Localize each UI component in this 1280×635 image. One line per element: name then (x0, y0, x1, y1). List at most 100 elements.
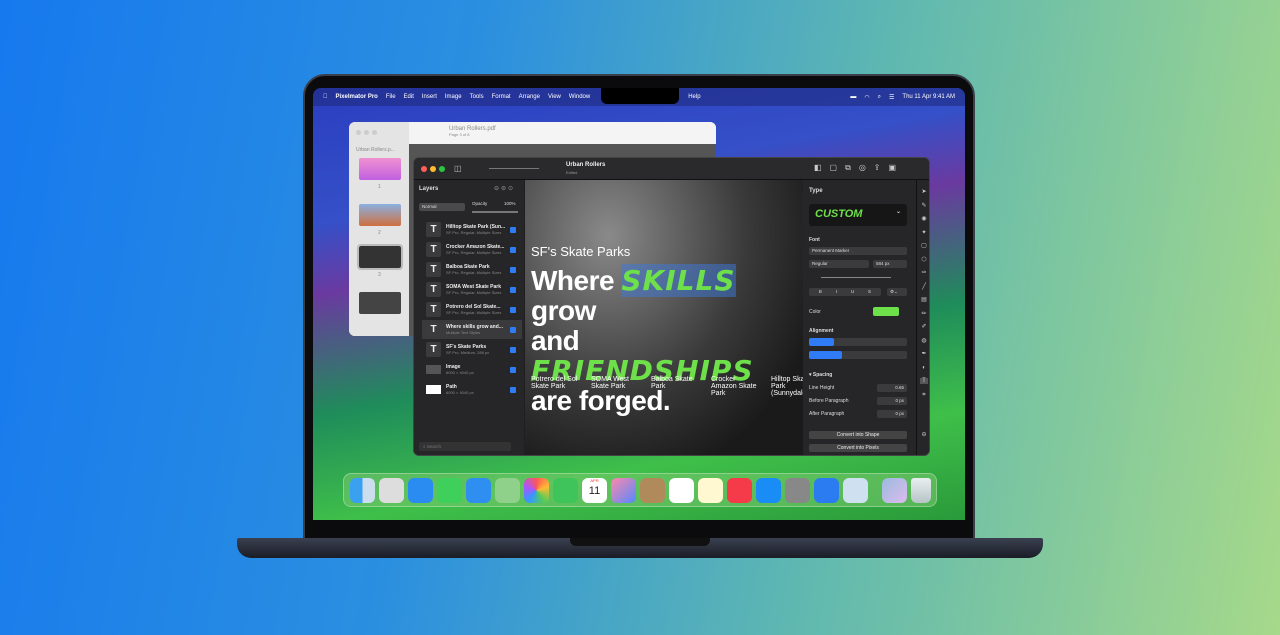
menu-image[interactable]: Image (445, 94, 462, 100)
layer-details: SF Pro, Regular, Multiple Sizes (446, 290, 502, 295)
menu-tools[interactable]: Tools (470, 94, 484, 100)
layer-row[interactable]: T SOMA West Skate Park SF Pro, Regular, Mu… (422, 280, 522, 299)
dock-photos[interactable] (524, 477, 549, 503)
dock-mail[interactable] (466, 477, 491, 503)
page-thumbnail[interactable] (359, 204, 401, 226)
control-center-icon[interactable]: ☰ (889, 94, 894, 101)
dock-music[interactable] (727, 477, 752, 503)
dock-preview[interactable] (843, 477, 868, 503)
font-size-slider[interactable] (821, 277, 891, 278)
blend-mode-select[interactable]: Normal (419, 203, 465, 211)
menu-insert[interactable]: Insert (422, 94, 437, 100)
layer-details: SF Pro, Regular, Multiple Sizes (446, 310, 502, 315)
layer-visibility-checkbox[interactable] (510, 366, 516, 373)
underline-button[interactable]: U (851, 289, 854, 295)
page-thumbnail-selected[interactable] (357, 244, 403, 270)
menu-file[interactable]: File (386, 94, 396, 100)
text-options-icon[interactable]: ⚙⌄ (887, 288, 907, 296)
sidebar-toggle-icon[interactable]: ◫ (454, 164, 462, 173)
layer-visibility-checkbox[interactable] (510, 226, 516, 233)
convert-into-shape-button[interactable]: Convert into Shape (809, 431, 907, 439)
dock-calendar[interactable]: APR 11 (582, 477, 607, 503)
layer-visibility-checkbox[interactable] (510, 386, 516, 393)
convert-into-pixels-button[interactable]: Convert into Pixels (809, 444, 907, 452)
layer-row[interactable]: T Where skills grow and... Multiple Text S… (422, 320, 522, 339)
layer-row[interactable]: T Hilltop Skate Park (Sun... SF Pro, Regul… (422, 220, 522, 239)
layer-row[interactable]: T SF's Skate Parks SF Pro, Medium, 288 px (422, 340, 522, 359)
menu-edit[interactable]: Edit (404, 94, 414, 100)
layer-details: SF Pro, Medium, 288 px (446, 350, 490, 355)
horizontal-alignment[interactable] (809, 338, 907, 346)
dock-maps[interactable] (495, 477, 520, 503)
spacing-title[interactable]: ▾ Spacing (809, 372, 832, 378)
page-thumbnail[interactable] (359, 158, 401, 180)
layer-visibility-checkbox[interactable] (510, 326, 516, 333)
layer-visibility-checkbox[interactable] (510, 246, 516, 253)
dock-notes[interactable] (698, 477, 723, 503)
zoom-button[interactable] (439, 166, 445, 172)
line-height-field[interactable]: 0.65 (877, 384, 907, 392)
clock[interactable]: Thu 11 Apr 9:41 AM (902, 94, 955, 101)
menu-arrange[interactable]: Arrange (519, 94, 540, 100)
apple-icon[interactable]:  (323, 94, 328, 100)
dock-safari[interactable] (408, 477, 433, 503)
dock-pixelmator[interactable] (611, 477, 636, 503)
layer-search-input[interactable]: ⌕ Search (419, 442, 511, 451)
tool-icons[interactable]: ➤ ✎ ◉ ✦ ▢ ⬡ ✑ ╱ ▤ ✏ ✐ ◍ ✒ ◐ T ⌗ ⊖ (917, 180, 929, 443)
park-label: Balboa Skate Park (651, 376, 693, 390)
bold-button[interactable]: B (819, 289, 822, 295)
layer-row[interactable]: T Potrero del Sol Skate... SF Pro, Regular… (422, 300, 522, 319)
font-family-select[interactable]: Permanent Marker (809, 247, 907, 255)
menu-app-name[interactable]: Pixelmator Pro (336, 94, 378, 100)
after-paragraph-field[interactable]: 0 px (877, 410, 907, 418)
strikethrough-button[interactable]: S (868, 289, 871, 295)
minimize-button[interactable] (430, 166, 436, 172)
dock-launchpad[interactable] (379, 477, 404, 503)
vertical-alignment[interactable] (809, 351, 907, 359)
dock-trash[interactable] (911, 477, 931, 503)
color-swatch[interactable] (873, 307, 899, 316)
spotlight-icon[interactable]: ⌕ (878, 94, 881, 101)
preview-traffic-lights[interactable] (356, 130, 377, 135)
dock-facetime[interactable] (553, 477, 578, 503)
opacity-slider[interactable] (472, 211, 518, 213)
dock-messages[interactable] (437, 477, 462, 503)
battery-icon[interactable]: ▬ (850, 94, 856, 101)
before-paragraph-field[interactable]: 0 px (877, 397, 907, 405)
layer-visibility-checkbox[interactable] (510, 346, 516, 353)
layer-visibility-checkbox[interactable] (510, 306, 516, 313)
dock-finder[interactable] (350, 477, 375, 503)
font-weight-select[interactable]: Regular (809, 260, 869, 268)
canvas[interactable]: SF's Skate Parks Where SKILLS grow and F… (525, 180, 803, 455)
dock-system-settings[interactable] (785, 477, 810, 503)
type-style-select[interactable]: CUSTOM ⌄ (809, 204, 907, 226)
toolbar-icons[interactable]: ◧▢⧉◎⇪▣ (814, 163, 904, 173)
layer-row[interactable]: Path 6000 × 4040 px (422, 380, 522, 399)
dock-keynote[interactable] (814, 477, 839, 503)
page-thumbnail[interactable] (359, 292, 401, 314)
preview-toolbar: Urban Rollers.pdf Page 3 of 8 (409, 122, 716, 144)
dock-contacts[interactable] (640, 477, 665, 503)
menu-help[interactable]: Help (688, 94, 700, 100)
menu-view[interactable]: View (548, 94, 561, 100)
dock-downloads[interactable] (882, 477, 907, 503)
park-label: SOMA West Skate Park (591, 376, 629, 390)
layer-row[interactable]: Image 6000 × 4040 px (422, 360, 522, 379)
opacity-label: Opacity (472, 201, 488, 206)
menu-window[interactable]: Window (569, 94, 590, 100)
layer-actions-icons[interactable]: ⊖⊜⊙ (494, 185, 515, 192)
alignment-title: Alignment (809, 328, 834, 334)
layer-row[interactable]: T Balboa Skate Park SF Pro, Regular, Multi… (422, 260, 522, 279)
layer-visibility-checkbox[interactable] (510, 286, 516, 293)
italic-button[interactable]: I (836, 289, 837, 295)
menu-format[interactable]: Format (492, 94, 511, 100)
font-size-field[interactable]: 584 px (873, 260, 907, 268)
layer-visibility-checkbox[interactable] (510, 266, 516, 273)
close-button[interactable] (421, 166, 427, 172)
layer-row[interactable]: T Crocker Amazon Skate... SF Pro, Regular,… (422, 240, 522, 259)
zoom-slider[interactable] (489, 168, 539, 169)
layer-details: SF Pro, Regular, Multiple Sizes (446, 250, 502, 255)
wifi-icon[interactable]: ◠ (864, 94, 869, 101)
dock-app-store[interactable] (756, 477, 781, 503)
dock-reminders[interactable] (669, 477, 694, 503)
